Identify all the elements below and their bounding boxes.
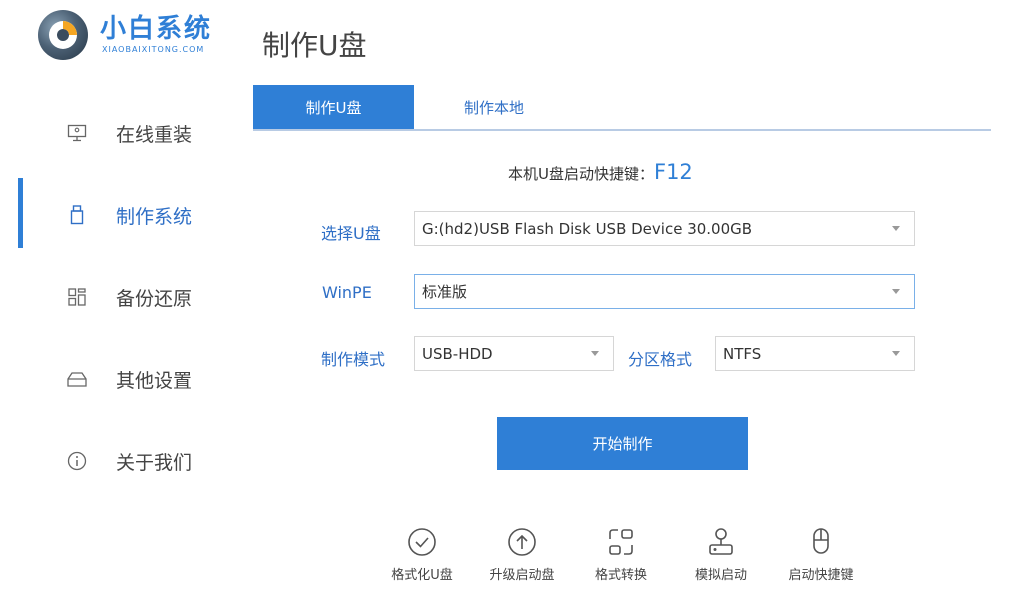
mode-select-label: 制作模式 [321,350,386,369]
tray-icon [66,368,88,390]
chevron-down-icon [892,289,900,294]
simulate-icon [709,528,733,555]
tool-label: 格式转换 [594,568,647,583]
format-usb-button[interactable]: 格式化U盘 [377,525,467,583]
grid-icon [66,286,88,308]
monitor-icon [66,122,88,144]
logo-icon [38,10,88,60]
mode-select[interactable]: USB-HDD [414,336,614,371]
tool-label: 升级启动盘 [489,568,555,583]
tool-label: 格式化U盘 [391,568,453,583]
sidebar-item-label: 在线重装 [116,123,193,146]
hotkey-info: 本机U盘启动快捷键：F12 [508,160,693,184]
usb-select[interactable]: G:(hd2)USB Flash Disk USB Device 30.00GB [414,211,915,246]
sidebar-item-backup-restore[interactable]: 备份还原 [0,256,240,338]
upload-circle-icon [508,528,536,556]
page-title: 制作U盘 [262,29,367,62]
chevron-down-icon [892,226,900,231]
mouse-icon [813,528,829,554]
sidebar-item-online-reinstall[interactable]: 在线重装 [0,92,240,174]
tab-bar: 制作U盘 制作本地 [253,85,991,131]
usb-select-label: 选择U盘 [321,224,381,243]
check-circle-icon [408,528,436,556]
sidebar-item-label: 其他设置 [116,369,193,392]
tool-label: 启动快捷键 [788,568,854,583]
usb-select-value: G:(hd2)USB Flash Disk USB Device 30.00GB [422,219,753,238]
tab-make-usb[interactable]: 制作U盘 [253,85,414,129]
convert-icon [609,529,633,555]
sidebar-item-label: 备份还原 [116,287,193,310]
sidebar-item-other-settings[interactable]: 其他设置 [0,338,240,420]
mode-select-value: USB-HDD [422,344,493,363]
usb-icon [66,204,88,226]
sidebar-item-make-system[interactable]: 制作系统 [0,174,240,256]
sidebar-item-label: 制作系统 [116,205,193,228]
winpe-select[interactable]: 标准版 [414,274,915,309]
simulate-boot-button[interactable]: 模拟启动 [676,525,766,583]
start-make-button[interactable]: 开始制作 [497,417,748,470]
tab-make-local[interactable]: 制作本地 [414,85,574,129]
partition-select-label: 分区格式 [628,350,693,369]
app-subtitle: XIAOBAIXITONG.COM [102,45,205,54]
winpe-select-value: 标准版 [422,283,468,301]
partition-select-value: NTFS [723,344,762,363]
app-logo: 小白系统 XIAOBAIXITONG.COM [38,8,238,60]
chevron-down-icon [591,351,599,356]
info-icon [66,450,88,472]
hotkey-label: 本机U盘启动快捷键： [508,165,654,183]
hotkey-key: F12 [653,160,693,184]
boot-hotkey-button[interactable]: 启动快捷键 [776,525,866,583]
tool-label: 模拟启动 [694,568,747,583]
partition-select[interactable]: NTFS [715,336,915,371]
format-convert-button[interactable]: 格式转换 [576,525,666,583]
sidebar: 在线重装 制作系统 备份还原 其他设置 关于我们 [0,92,240,502]
upgrade-boot-disk-button[interactable]: 升级启动盘 [477,525,567,583]
app-name: 小白系统 [100,14,213,44]
sidebar-item-label: 关于我们 [116,451,193,474]
winpe-select-label: WinPE [322,283,372,302]
sidebar-item-about-us[interactable]: 关于我们 [0,420,240,502]
chevron-down-icon [892,351,900,356]
